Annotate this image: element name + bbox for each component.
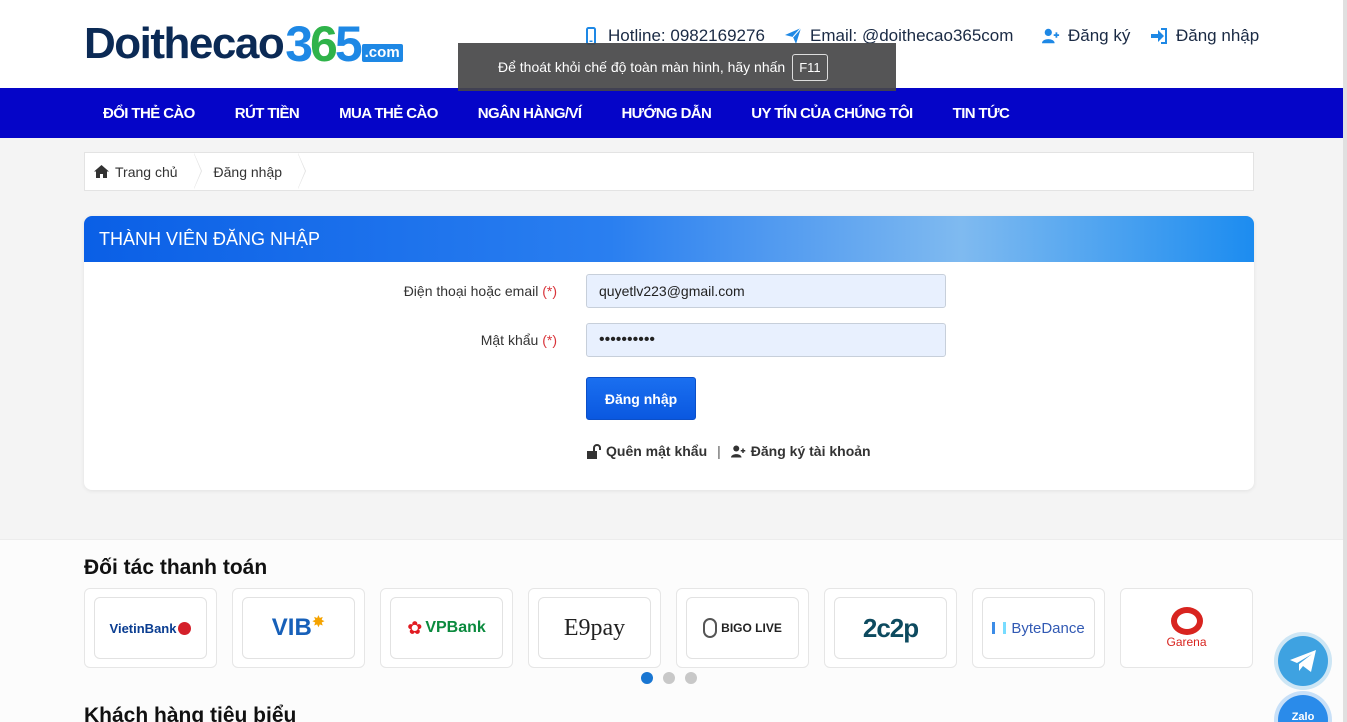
user-plus-icon <box>730 445 746 457</box>
main-nav: Đổi thẻ cào Rút tiền Mua thẻ cào Ngân hà… <box>0 88 1343 138</box>
partner-logo-text: VPBank <box>425 619 486 636</box>
password-label: Mật khẩu (*) <box>481 332 557 348</box>
bytedance-bars-icon <box>992 622 1007 634</box>
nav-item-tin-tuc[interactable]: Tin tức <box>953 105 1010 122</box>
unlock-icon <box>587 443 601 459</box>
carousel-dot[interactable] <box>685 672 697 684</box>
partner-garena[interactable]: Garena <box>1120 588 1253 668</box>
page-scrollbar[interactable] <box>1343 0 1347 722</box>
partner-2c2p[interactable]: 2c2p <box>824 588 957 668</box>
partner-logo: VietinBank <box>94 597 207 659</box>
password-row: Mật khẩu (*) <box>84 323 1254 357</box>
carousel-dot[interactable] <box>663 672 675 684</box>
partner-logo-text: E9pay <box>563 614 626 641</box>
vietinbank-mark-icon <box>178 621 192 635</box>
partner-logo: E9pay <box>538 597 651 659</box>
partner-logo: 2c2p <box>834 597 947 659</box>
garena-mark-icon <box>1170 607 1203 635</box>
breadcrumb-current-label: Đăng nhập <box>213 163 283 180</box>
register-link[interactable]: Đăng ký <box>1042 25 1130 47</box>
login-link[interactable]: Đăng nhập <box>1150 25 1259 47</box>
zalo-label: Zalo <box>1291 711 1315 722</box>
partner-bytedance[interactable]: ByteDance <box>972 588 1105 668</box>
login-text: Đăng nhập <box>1176 26 1260 45</box>
register-account-link[interactable]: Đăng ký tài khoản <box>751 443 871 459</box>
partner-vib[interactable]: VIB ✸ <box>232 588 365 668</box>
nav-item-doi-the-cao[interactable]: Đổi thẻ cào <box>103 105 195 122</box>
phone-label: Điện thoại hoặc email (*) <box>404 283 557 299</box>
toast-text: Để thoát khỏi chế độ toàn màn hình, hãy … <box>498 59 786 75</box>
breadcrumb-home[interactable]: Trang chủ <box>85 153 201 190</box>
logo-digit: 6 <box>310 16 338 72</box>
logo-digit: 5 <box>334 16 363 72</box>
partner-logo-text: BIGO LIVE <box>721 621 782 635</box>
partner-logo-text: ByteDance <box>1011 619 1085 637</box>
partners-title: Đối tác thanh toán <box>84 556 268 579</box>
partner-logo: ✿ VPBank <box>390 597 503 659</box>
partner-logo-text: VIB <box>271 614 312 641</box>
partners-section: Đối tác thanh toán VietinBank VIB ✸ ✿ VPBa… <box>0 539 1343 722</box>
toast-key: F11 <box>792 53 828 81</box>
required-marker: (*) <box>542 332 557 348</box>
partner-logo-text: VietinBank <box>109 620 177 636</box>
nav-item-huong-dan[interactable]: Hướng dẫn <box>621 105 711 122</box>
partner-logo-text: 2c2p <box>862 612 919 643</box>
partner-bigo-live[interactable]: BIGO LIVE <box>676 588 809 668</box>
password-label-text: Mật khẩu <box>480 332 539 348</box>
account-links: Quên mật khẩu | Đăng ký tài khoản <box>586 443 871 459</box>
partner-logo: VIB ✸ <box>242 597 355 659</box>
logo-digit: 3 <box>285 16 313 72</box>
breadcrumb-current: Đăng nhập <box>194 153 306 190</box>
password-input[interactable] <box>586 323 946 357</box>
carousel-pagination <box>641 672 707 684</box>
partner-e9pay[interactable]: E9pay <box>528 588 661 668</box>
home-icon <box>94 165 109 178</box>
login-card-title: Thành viên đăng nhập <box>84 216 1254 262</box>
breadcrumb: Trang chủ Đăng nhập <box>84 152 1254 191</box>
partner-vpbank[interactable]: ✿ VPBank <box>380 588 513 668</box>
nav-item-uy-tin[interactable]: Uy tín của chúng tôi <box>751 105 913 122</box>
logo-number: 365 <box>285 16 363 72</box>
phone-label-text: Điện thoại hoặc email <box>403 283 539 299</box>
carousel-dot[interactable] <box>641 672 653 684</box>
register-text: Đăng ký <box>1068 26 1131 45</box>
login-button[interactable]: Đăng nhập <box>586 377 696 420</box>
nav-item-ngan-hang-vi[interactable]: Ngân hàng/Ví <box>478 105 582 122</box>
link-separator: | <box>717 443 721 459</box>
fullscreen-toast: Để thoát khỏi chế độ toàn màn hình, hãy … <box>458 43 896 91</box>
partner-logo: Garena <box>1130 597 1243 659</box>
telegram-icon <box>1290 650 1316 672</box>
partner-logo-text: Garena <box>1166 635 1207 649</box>
forgot-password-link[interactable]: Quên mật khẩu <box>606 443 707 459</box>
partner-logo: BIGO LIVE <box>686 597 799 659</box>
sign-in-icon <box>1151 28 1167 44</box>
partner-carousel: VietinBank VIB ✸ ✿ VPBank E9pay BIGO LIVE … <box>84 588 1268 668</box>
nav-item-mua-the-cao[interactable]: Mua thẻ cào <box>339 105 438 122</box>
site-logo[interactable]: Doithecao 365 .com <box>84 14 403 70</box>
logo-domain: .com <box>361 44 403 62</box>
login-card: Thành viên đăng nhập Điện thoại hoặc ema… <box>84 216 1254 490</box>
phone-row: Điện thoại hoặc email (*) <box>84 274 1254 308</box>
partner-logo: ByteDance <box>982 597 1095 659</box>
vpbank-flower-icon: ✿ <box>407 617 423 638</box>
phone-email-input[interactable] <box>586 274 946 308</box>
bigo-mascot-icon <box>703 618 718 638</box>
customers-title: Khách hàng tiêu biểu <box>84 704 297 722</box>
telegram-button[interactable] <box>1278 636 1328 686</box>
vib-star-icon: ✸ <box>311 614 326 631</box>
breadcrumb-home-label: Trang chủ <box>115 163 178 180</box>
user-plus-icon <box>1042 28 1060 44</box>
nav-item-rut-tien[interactable]: Rút tiền <box>235 105 300 122</box>
required-marker: (*) <box>542 283 557 299</box>
partner-vietinbank[interactable]: VietinBank <box>84 588 217 668</box>
logo-wordmark: Doithecao <box>84 19 285 68</box>
